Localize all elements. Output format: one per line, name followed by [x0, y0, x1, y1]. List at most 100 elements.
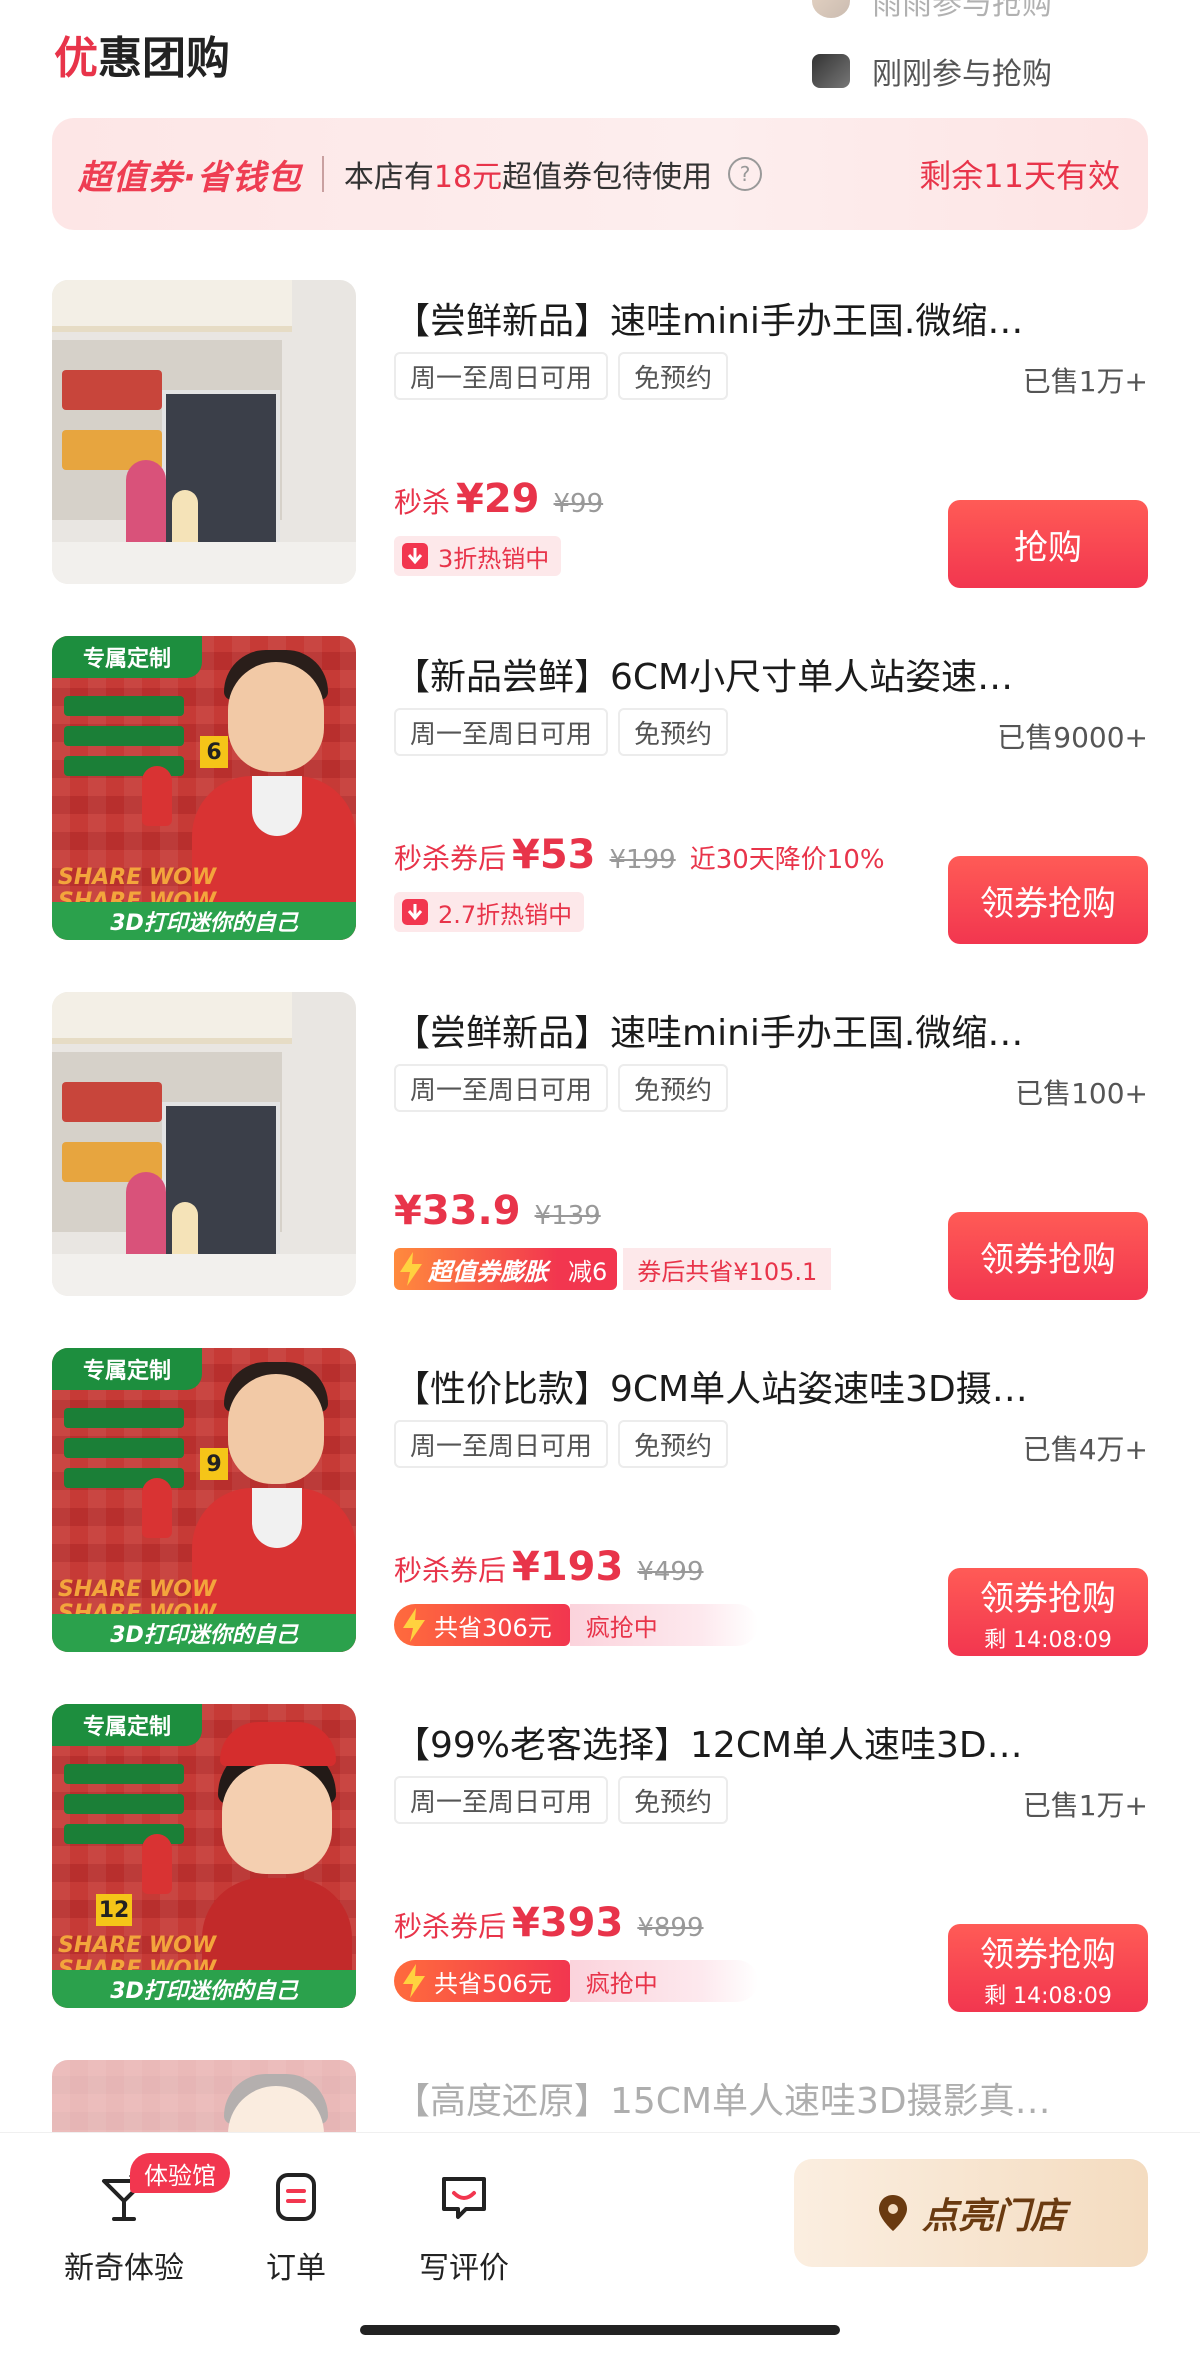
help-icon[interactable]: ?	[728, 157, 763, 191]
countdown-timer: 剩 14:08:09	[984, 1627, 1112, 1653]
sold-count: 已售9000+	[997, 721, 1148, 754]
product-image[interactable]	[52, 992, 356, 1296]
bottom-action-bar: 新奇体验 体验馆 订单 写评价 点亮门店	[0, 2132, 1200, 2357]
sold-count: 已售4万+	[1022, 1433, 1148, 1466]
coupon-wallet-banner[interactable]: 超值券·省钱包 本店有18元超值券包待使用 ? 剩余11天有效	[52, 118, 1148, 230]
purchase-ticker: 雨雨参与抢购 刚刚参与抢购	[812, 0, 1152, 100]
section-title: 优惠团购	[54, 33, 230, 84]
tag-chip: 周一至周日可用	[394, 1776, 609, 1824]
deal-title[interactable]: 【99%老客选择】12CM单人速哇3D…	[394, 1716, 1134, 1768]
savings-badge: 共省506元	[394, 1960, 570, 2002]
deal-item[interactable]: 【尝鲜新品】速哇mini手办王国.微缩… 周一至周日可用 免预约 已售1万+ 秒…	[52, 280, 1148, 588]
original-price: ¥899	[637, 1913, 704, 1943]
lightning-icon	[403, 1964, 425, 1998]
discount-badge: 2.7折热销中	[394, 892, 585, 932]
user-avatar	[812, 54, 850, 88]
tag-chip: 周一至周日可用	[394, 1064, 609, 1112]
badge-row: 3折热销中	[394, 536, 562, 576]
tag-list: 周一至周日可用 免预约	[394, 352, 738, 400]
deal-title[interactable]: 【高度还原】15CM单人速哇3D摄影真…	[394, 2072, 1134, 2124]
tag-chip: 周一至周日可用	[394, 352, 609, 400]
nav-review[interactable]: 写评价	[394, 2169, 534, 2287]
price-drop-note: 近30天降价10%	[689, 845, 885, 875]
product-image[interactable]: 专属定制 6 SHARE WOWSHARE WOW 3D打印迷你的自己	[52, 636, 356, 940]
deal-item[interactable]: 【高度还原】15CM单人速哇3D摄影真…	[52, 2060, 1148, 2140]
arrow-down-icon	[402, 543, 428, 569]
deal-title[interactable]: 【尝鲜新品】速哇mini手办王国.微缩…	[394, 292, 1134, 344]
lightning-icon	[403, 1608, 425, 1642]
deal-item[interactable]: 专属定制 6 SHARE WOWSHARE WOW 3D打印迷你的自己 【新品尝…	[52, 636, 1148, 944]
product-image[interactable]	[52, 280, 356, 584]
coupon-boost-badge: 超值券膨胀 减6	[394, 1248, 618, 1290]
nav-orders[interactable]: 订单	[226, 2169, 366, 2287]
claim-and-buy-button[interactable]: 领券抢购	[948, 1212, 1148, 1300]
rush-status: 疯抢中	[569, 1604, 758, 1646]
divider	[321, 156, 324, 192]
price: ¥193	[512, 1544, 624, 1590]
deal-item[interactable]: 【尝鲜新品】速哇mini手办王国.微缩… 周一至周日可用 免预约 已售100+ …	[52, 992, 1148, 1300]
deal-title[interactable]: 【性价比款】9CM单人站姿速哇3D摄…	[394, 1360, 1134, 1412]
home-indicator[interactable]	[360, 2325, 840, 2335]
rush-status: 疯抢中	[569, 1960, 758, 2002]
tag-chip: 免预约	[618, 708, 729, 756]
tag-list: 周一至周日可用 免预约	[394, 1420, 738, 1468]
price: ¥33.9	[394, 1188, 521, 1234]
location-pin-icon	[878, 2195, 907, 2231]
badge-row: 2.7折热销中	[394, 892, 585, 932]
product-image[interactable]: 专属定制 12 SHARE WOWSHARE WOW 3D打印迷你的自己	[52, 1704, 356, 2008]
tag-list: 周一至周日可用 免预约	[394, 1064, 738, 1112]
tag-chip: 免预约	[618, 1420, 729, 1468]
tag-chip: 免预约	[618, 352, 729, 400]
tag-chip: 免预约	[618, 1776, 729, 1824]
claim-and-buy-button[interactable]: 领券抢购 剩 14:08:09	[948, 1568, 1148, 1656]
claim-and-buy-button[interactable]: 领券抢购	[948, 856, 1148, 944]
buy-button[interactable]: 抢购	[948, 500, 1148, 588]
original-price: ¥199	[609, 845, 676, 875]
deal-item[interactable]: 专属定制 12 SHARE WOWSHARE WOW 3D打印迷你的自己 【99…	[52, 1704, 1148, 2012]
light-up-store-button[interactable]: 点亮门店	[794, 2159, 1148, 2267]
coupon-description: 本店有18元超值券包待使用	[343, 160, 713, 195]
coupon-saving: 券后共省¥105.1	[623, 1248, 832, 1290]
review-chat-icon	[442, 2177, 486, 2219]
product-image[interactable]	[52, 2060, 356, 2140]
sold-count: 已售1万+	[1022, 1789, 1148, 1822]
price-row: 秒杀 ¥29 ¥99	[394, 476, 603, 522]
product-image[interactable]: 专属定制 9 SHARE WOWSHARE WOW 3D打印迷你的自己	[52, 1348, 356, 1652]
deal-item[interactable]: 专属定制 9 SHARE WOWSHARE WOW 3D打印迷你的自己 【性价比…	[52, 1348, 1148, 1656]
ticker-item: 刚刚参与抢购	[812, 50, 1152, 92]
price-row: 秒杀券后 ¥193 ¥499	[394, 1544, 704, 1590]
section-header: 优惠团购 雨雨参与抢购 刚刚参与抢购	[0, 0, 1200, 110]
deal-title[interactable]: 【新品尝鲜】6CM小尺寸单人站姿速…	[394, 648, 1134, 700]
price: ¥53	[512, 832, 596, 878]
discount-badge: 3折热销中	[394, 536, 562, 576]
original-price: ¥99	[553, 489, 604, 519]
claim-and-buy-button[interactable]: 领券抢购 剩 14:08:09	[948, 1924, 1148, 2012]
sold-count: 已售1万+	[1022, 365, 1148, 398]
tag-chip: 免预约	[618, 1064, 729, 1112]
price-label: 秒杀券后	[394, 1910, 507, 1943]
order-icon	[276, 2173, 316, 2221]
price: ¥393	[512, 1900, 624, 1946]
price-label: 秒杀券后	[394, 1554, 507, 1587]
deal-title[interactable]: 【尝鲜新品】速哇mini手办王国.微缩…	[394, 1004, 1134, 1056]
price-row: 秒杀券后 ¥393 ¥899	[394, 1900, 704, 1946]
price-label: 秒杀	[394, 486, 451, 519]
tag-list: 周一至周日可用 免预约	[394, 708, 738, 756]
experience-hall-badge: 体验馆	[130, 2153, 230, 2193]
price-label: 秒杀券后	[394, 842, 507, 875]
tag-chip: 周一至周日可用	[394, 708, 609, 756]
price-row: 秒杀券后 ¥53 ¥199 近30天降价10%	[394, 832, 885, 878]
tag-chip: 周一至周日可用	[394, 1420, 609, 1468]
badge-row: 超值券膨胀 减6 券后共省¥105.1	[394, 1248, 832, 1290]
original-price: ¥139	[534, 1201, 601, 1231]
sold-count: 已售100+	[1015, 1077, 1148, 1110]
coupon-brand: 超值券·省钱包	[78, 157, 302, 198]
badge-row: 共省506元 疯抢中	[394, 1960, 758, 2002]
price: ¥29	[456, 476, 540, 522]
price-row: ¥33.9 ¥139	[394, 1188, 601, 1234]
tag-list: 周一至周日可用 免预约	[394, 1776, 738, 1824]
user-avatar	[812, 0, 850, 18]
ticker-item: 雨雨参与抢购	[812, 0, 1152, 22]
badge-row: 共省306元 疯抢中	[394, 1604, 758, 1646]
arrow-down-icon	[402, 899, 428, 925]
